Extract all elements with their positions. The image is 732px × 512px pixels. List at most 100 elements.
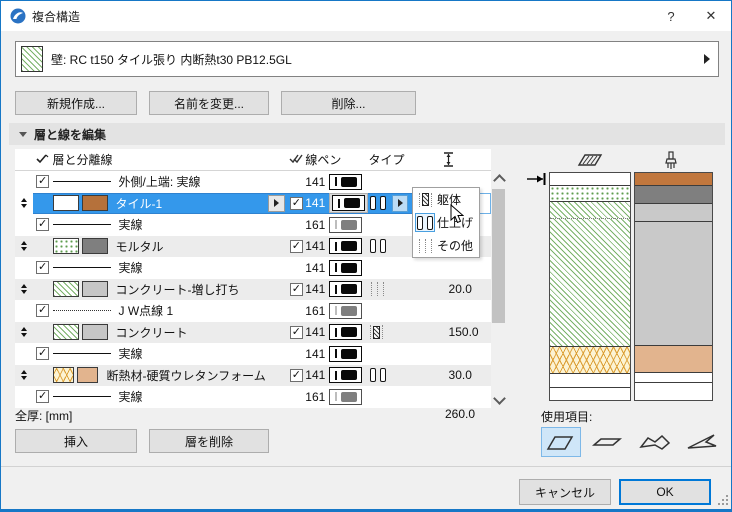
cut-fill-swatch[interactable] [52, 238, 79, 255]
surface-swatch[interactable] [81, 324, 108, 341]
table-row[interactable]: コンクリート-増し打ち ✓ 141 20.0 [15, 278, 491, 300]
line-visibility-checkbox[interactable]: ✓ [36, 390, 50, 404]
line-visibility-checkbox[interactable]: ✓ [36, 304, 50, 318]
resize-grip[interactable] [718, 495, 728, 505]
preview-layer-band [635, 186, 712, 204]
row-reorder-handle[interactable] [20, 370, 27, 381]
composite-selector[interactable]: 壁: RC t150 タイル張り 内断熱t30 PB12.5GL [15, 41, 719, 77]
thickness-icon [441, 149, 491, 170]
composite-structure-dialog: 複合構造 ? ✕ 壁: RC t150 タイル張り 内断熱t30 PB12.5G… [0, 0, 732, 512]
pen-preview[interactable] [328, 388, 362, 405]
preview-layer-band [635, 222, 712, 346]
total-thickness-label: 全厚: [mm] [15, 409, 73, 423]
row-reorder-handle[interactable] [20, 327, 27, 338]
pen-preview[interactable] [328, 259, 362, 276]
insert-button[interactable]: 挿入 [15, 429, 137, 453]
row-name: J W点線 1 [118, 304, 174, 319]
cut-fill-swatch[interactable] [52, 195, 79, 212]
line-style-sample [52, 353, 111, 355]
row-name: タイル-1 [115, 196, 163, 211]
row-reorder-handle[interactable] [20, 198, 27, 209]
pen-preview[interactable] [328, 281, 362, 298]
table-row[interactable]: ✓ J W点線 1 161 [15, 300, 491, 322]
pen-preview[interactable] [328, 216, 362, 233]
scroll-up-icon[interactable] [493, 174, 506, 187]
pen-preview[interactable] [328, 345, 362, 362]
usage-roof-icon[interactable] [635, 427, 675, 457]
preview-layer-band [635, 346, 712, 373]
type-menu-item-core[interactable]: 躯体 [413, 188, 479, 211]
double-check-icon [288, 154, 306, 165]
cancel-button[interactable]: キャンセル [519, 479, 611, 505]
row-reorder-handle[interactable] [20, 284, 27, 295]
pen-number: 141 [305, 239, 326, 254]
delete-button[interactable]: 削除... [281, 91, 416, 115]
surface-swatch[interactable] [81, 238, 108, 255]
preview-layer-band [550, 219, 630, 347]
type-menu-item-finish[interactable]: 仕上げ [413, 211, 479, 234]
preview-layer-band [635, 383, 712, 400]
rename-button[interactable]: 名前を変更... [149, 91, 269, 115]
row-name: 外側/上端: 実線 [118, 175, 201, 190]
type-dropdown-button[interactable] [392, 194, 409, 212]
reference-line-arrow-icon [527, 173, 546, 185]
table-row[interactable]: 断熱材-硬質ウレタンフォーム ✓ 141 30.0 [15, 364, 491, 386]
header-name: 層と分離線 [52, 153, 113, 167]
row-expand-button[interactable] [268, 194, 286, 212]
preview-layer-band [550, 388, 630, 400]
pen-number: 161 [305, 217, 326, 232]
surface-swatch[interactable] [81, 195, 108, 212]
line-visibility-checkbox[interactable]: ✓ [36, 218, 50, 232]
thickness-value: 30.0 [448, 368, 472, 383]
line-visibility-checkbox[interactable]: ✓ [36, 347, 50, 361]
pen-preview[interactable] [328, 367, 362, 384]
preview-layer-band [550, 347, 630, 374]
type-menu-item-other[interactable]: その他 [413, 234, 479, 257]
pen-preview[interactable] [328, 173, 362, 190]
table-row[interactable]: ✓ 実線 161 [15, 386, 491, 408]
delete-layer-button[interactable]: 層を削除 [149, 429, 269, 453]
pen-checkbox[interactable]: ✓ [289, 239, 303, 253]
table-row[interactable]: ✓ 実線 141 [15, 257, 491, 279]
section-title: 層と線を編集 [34, 127, 107, 142]
ok-button[interactable]: OK [619, 479, 711, 505]
pen-number: 161 [305, 303, 326, 318]
close-icon[interactable]: ✕ [691, 1, 731, 31]
surface-swatch[interactable] [77, 367, 99, 384]
table-row[interactable]: ✓ 実線 141 [15, 343, 491, 365]
total-thickness-value: 260.0 [445, 407, 476, 421]
cut-fill-swatch[interactable] [52, 281, 79, 298]
row-name: コンクリート [115, 325, 188, 340]
pen-checkbox[interactable]: ✓ [289, 325, 303, 339]
new-button[interactable]: 新規作成... [15, 91, 137, 115]
pen-preview[interactable] [328, 238, 362, 255]
scrollbar-thumb[interactable] [492, 189, 505, 323]
usage-shell-icon[interactable] [682, 427, 722, 457]
cut-fill-swatch[interactable] [52, 367, 74, 384]
table-row[interactable]: コンクリート ✓ 141 150.0 [15, 321, 491, 343]
cut-fill-swatch[interactable] [52, 324, 79, 341]
line-visibility-checkbox[interactable]: ✓ [36, 261, 50, 275]
brush-icon [665, 151, 677, 169]
row-reorder-handle[interactable] [20, 241, 27, 252]
preview-layer-band [550, 186, 630, 202]
scroll-down-icon[interactable] [493, 392, 506, 405]
pen-preview[interactable] [328, 302, 362, 319]
help-icon[interactable]: ? [651, 1, 691, 31]
thickness-value [441, 257, 491, 279]
section-edit-layers[interactable]: 層と線を編集 [9, 123, 725, 145]
usage-wall-icon[interactable] [541, 427, 581, 457]
surface-swatch[interactable] [81, 281, 108, 298]
pen-preview[interactable] [331, 195, 365, 212]
pen-checkbox[interactable]: ✓ [289, 368, 303, 382]
title-bar: 複合構造 ? ✕ [1, 1, 731, 31]
pen-checkbox[interactable]: ✓ [289, 196, 303, 210]
line-visibility-checkbox[interactable]: ✓ [36, 175, 50, 189]
pen-preview[interactable] [328, 324, 362, 341]
header-pen: 線ペン [305, 153, 342, 167]
table-scrollbar[interactable] [491, 171, 506, 408]
pen-checkbox[interactable]: ✓ [289, 282, 303, 296]
archicad-logo-icon [10, 8, 26, 24]
usage-slab-icon[interactable] [588, 427, 628, 457]
preview-cut-fills [549, 172, 631, 401]
